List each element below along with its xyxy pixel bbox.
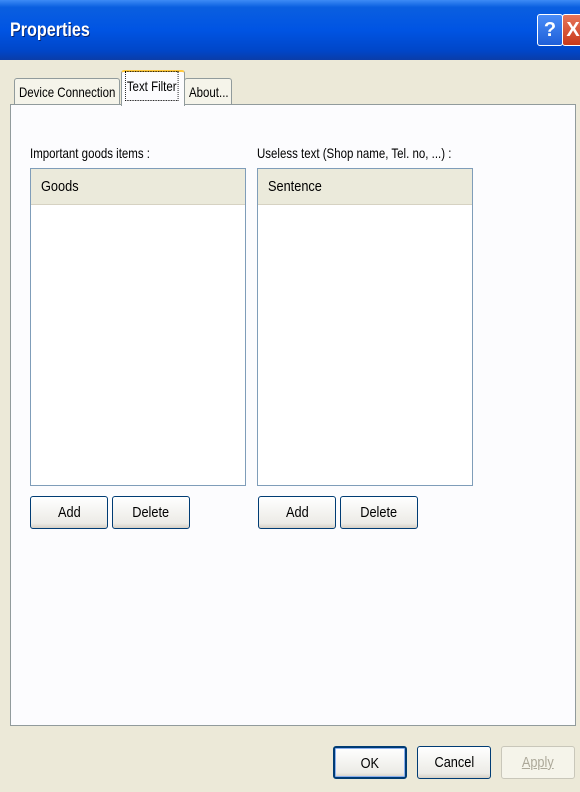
tab-label: Text Filter — [125, 71, 179, 101]
window-title: Properties — [10, 20, 90, 41]
tab-device-connection[interactable]: Device Connection — [14, 78, 120, 104]
useless-delete-label: Delete — [360, 504, 398, 521]
useless-text-listview[interactable]: Sentence — [257, 168, 473, 486]
cancel-label: Cancel — [434, 754, 474, 771]
close-icon[interactable]: X — [562, 14, 580, 46]
useless-add-label: Add — [285, 504, 309, 521]
goods-add-label: Add — [57, 504, 81, 521]
goods-add-button[interactable]: Add — [30, 496, 108, 529]
title-bar[interactable]: Properties ? X — [0, 0, 580, 60]
useless-text-label: Useless text (Shop name, Tel. no, ...) : — [257, 145, 452, 161]
apply-label: Apply — [522, 754, 554, 771]
goods-label: Important goods items : — [30, 145, 150, 161]
tab-text-filter[interactable]: Text Filter — [121, 70, 185, 106]
tab-label: Device Connection — [19, 84, 116, 100]
help-icon[interactable]: ? — [537, 14, 563, 46]
goods-column-header[interactable]: Goods — [31, 169, 245, 205]
apply-button[interactable]: Apply — [501, 746, 575, 779]
goods-listview[interactable]: Goods — [30, 168, 246, 486]
cancel-button[interactable]: Cancel — [417, 746, 491, 779]
useless-add-button[interactable]: Add — [258, 496, 336, 529]
tab-about[interactable]: About... — [184, 78, 232, 104]
goods-delete-button[interactable]: Delete — [112, 496, 190, 529]
sentence-column-header[interactable]: Sentence — [258, 169, 472, 205]
goods-delete-label: Delete — [132, 504, 170, 521]
ok-label: OK — [360, 755, 380, 772]
sentence-column-header-label: Sentence — [268, 178, 322, 195]
useless-delete-button[interactable]: Delete — [340, 496, 418, 529]
ok-button[interactable]: OK — [333, 746, 407, 779]
tab-label: About... — [189, 84, 229, 100]
goods-column-header-label: Goods — [41, 178, 79, 195]
